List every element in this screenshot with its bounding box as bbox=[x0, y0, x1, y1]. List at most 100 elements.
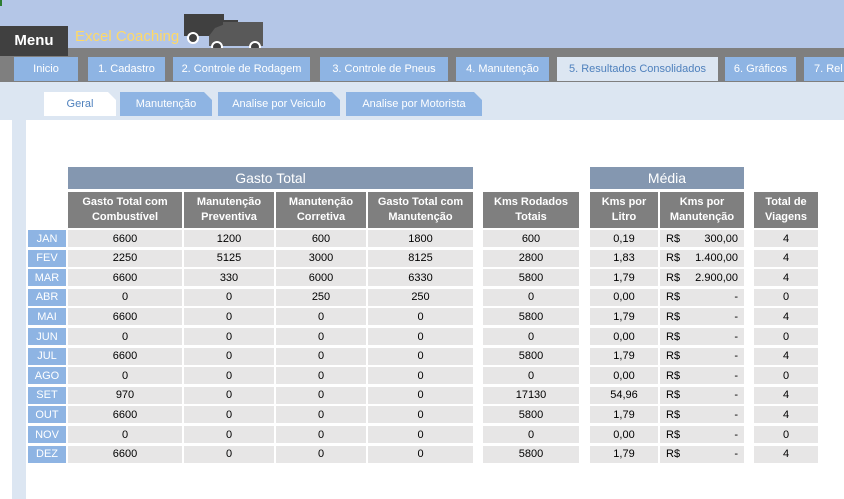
currency-label: R$ bbox=[666, 232, 681, 245]
cell-value: - bbox=[734, 350, 738, 363]
tab-controle-pneus[interactable]: 3. Controle de Pneus bbox=[320, 57, 448, 81]
table-cell: 0 bbox=[483, 426, 579, 443]
col-header-kms-litro: Kms por Litro bbox=[590, 192, 658, 228]
table-cell: 0 bbox=[184, 328, 274, 345]
table-cell: R$ - bbox=[660, 328, 744, 345]
fold-corner bbox=[474, 92, 482, 100]
tab-resultados-consolidados[interactable]: 5. Resultados Consolidados bbox=[557, 57, 718, 81]
divider-left bbox=[0, 48, 68, 56]
table-cell: 3000 bbox=[276, 249, 366, 267]
table-cell: R$ 1.400,00 bbox=[660, 249, 744, 267]
gasto-total-header: Gasto Total bbox=[68, 167, 473, 189]
table-cell: 0 bbox=[68, 328, 182, 345]
table-cell: 0 bbox=[368, 328, 473, 345]
table-cell: R$ - bbox=[660, 406, 744, 424]
table-cell: 6600 bbox=[68, 230, 182, 247]
table-cell: 0 bbox=[184, 347, 274, 365]
table-cell: 8125 bbox=[368, 249, 473, 267]
table-cell: 6000 bbox=[276, 269, 366, 287]
cell-value: 2.900,00 bbox=[695, 271, 738, 284]
month-label: ABR bbox=[28, 288, 66, 306]
table-cell: 1,79 bbox=[590, 308, 658, 326]
tab-controle-rodagem[interactable]: 2. Controle de Rodagem bbox=[173, 57, 310, 81]
table-cell: 970 bbox=[68, 386, 182, 404]
currency-label: R$ bbox=[666, 369, 681, 382]
month-label: AGO bbox=[28, 367, 66, 385]
tab-manutencao[interactable]: 4. Manutenção bbox=[456, 57, 549, 81]
table-cell: 54,96 bbox=[590, 386, 658, 404]
table-cell: 0 bbox=[184, 386, 274, 404]
table-cell: 0 bbox=[368, 308, 473, 326]
fold-corner bbox=[332, 92, 340, 100]
table-cell: 0 bbox=[184, 288, 274, 306]
table-cell: 0 bbox=[276, 406, 366, 424]
tab-cadastro[interactable]: 1. Cadastro bbox=[88, 57, 165, 81]
table-cell: R$ 300,00 bbox=[660, 230, 744, 247]
table-cell: 0 bbox=[754, 328, 818, 345]
table-cell: 0 bbox=[368, 406, 473, 424]
brand-label: Excel Coaching bbox=[75, 28, 180, 45]
table-cell: 4 bbox=[754, 230, 818, 247]
table-cell: R$ - bbox=[660, 386, 744, 404]
month-label: JAN bbox=[28, 230, 66, 247]
table-cell: 5800 bbox=[483, 269, 579, 287]
table-cell: 4 bbox=[754, 308, 818, 326]
table-cell: R$ - bbox=[660, 367, 744, 385]
table-cell: 0,19 bbox=[590, 230, 658, 247]
currency-label: R$ bbox=[666, 252, 681, 265]
table-cell: 0 bbox=[483, 367, 579, 385]
table-cell: 17130 bbox=[483, 386, 579, 404]
subtab-analise-motorista[interactable]: Analise por Motorista bbox=[346, 92, 482, 116]
cell-value: 300,00 bbox=[704, 232, 738, 245]
table-cell: R$ - bbox=[660, 288, 744, 306]
table-cell: 4 bbox=[754, 386, 818, 404]
col-header-gasto-manutencao: Gasto Total com Manutenção bbox=[368, 192, 473, 228]
cell-value: - bbox=[734, 291, 738, 304]
month-label: FEV bbox=[28, 249, 66, 267]
table-cell: 5800 bbox=[483, 406, 579, 424]
month-label: MAR bbox=[28, 269, 66, 287]
table-cell: 0,00 bbox=[590, 288, 658, 306]
table-cell: 0 bbox=[68, 426, 182, 443]
table-cell: 0 bbox=[184, 445, 274, 463]
table-cell: R$ - bbox=[660, 347, 744, 365]
month-label: SET bbox=[28, 386, 66, 404]
table-cell: 0,00 bbox=[590, 367, 658, 385]
table-cell: 0 bbox=[276, 308, 366, 326]
left-margin bbox=[12, 82, 26, 499]
table-cell: 600 bbox=[483, 230, 579, 247]
table-cell: 0 bbox=[276, 426, 366, 443]
table-cell: 6600 bbox=[68, 308, 182, 326]
month-label: OUT bbox=[28, 406, 66, 424]
table-cell: 0 bbox=[276, 445, 366, 463]
table-cell: 6600 bbox=[68, 445, 182, 463]
cell-value: - bbox=[734, 389, 738, 402]
table-cell: 5800 bbox=[483, 347, 579, 365]
month-label: DEZ bbox=[28, 445, 66, 463]
table-cell: 1800 bbox=[368, 230, 473, 247]
tab-graficos[interactable]: 6. Gráficos bbox=[725, 57, 796, 81]
subtab-manutencao[interactable]: Manutenção bbox=[120, 92, 212, 116]
table-cell: 0 bbox=[276, 386, 366, 404]
table-cell: 0 bbox=[483, 328, 579, 345]
table-cell: 0 bbox=[276, 328, 366, 345]
cell-value: - bbox=[734, 448, 738, 461]
col-header-kms-manutencao: Kms por Manutenção bbox=[660, 192, 744, 228]
month-label: JUL bbox=[28, 347, 66, 365]
cell-value: 1.400,00 bbox=[695, 252, 738, 265]
table-cell: 1,79 bbox=[590, 347, 658, 365]
table-cell: R$ - bbox=[660, 308, 744, 326]
table-cell: 250 bbox=[276, 288, 366, 306]
media-header: Média bbox=[590, 167, 744, 189]
tab-inicio[interactable]: Inicio bbox=[14, 57, 78, 81]
table-cell: 1,79 bbox=[590, 445, 658, 463]
subtab-geral[interactable]: Geral bbox=[44, 92, 116, 116]
tab-relatorios[interactable]: 7. Rel bbox=[804, 57, 844, 81]
table-cell: 2250 bbox=[68, 249, 182, 267]
month-label: JUN bbox=[28, 328, 66, 345]
table-cell: 6600 bbox=[68, 406, 182, 424]
subtab-analise-veiculo[interactable]: Analise por Veiculo bbox=[218, 92, 340, 116]
col-header-kms-rodados: Kms Rodados Totais bbox=[483, 192, 579, 228]
table-cell: 6330 bbox=[368, 269, 473, 287]
currency-label: R$ bbox=[666, 448, 681, 461]
